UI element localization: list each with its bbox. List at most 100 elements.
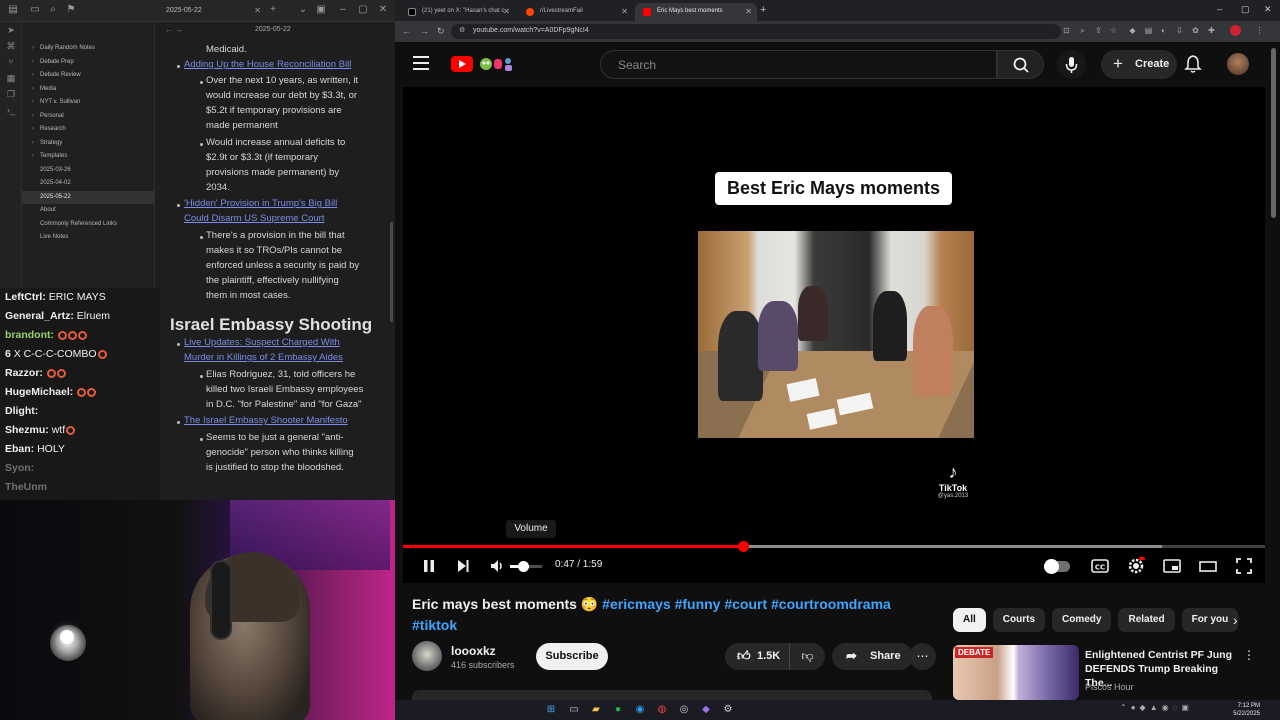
chat-username[interactable]: Shezmu:: [5, 424, 49, 436]
maximize-icon[interactable]: ▢: [358, 5, 368, 15]
progress-scrubber[interactable]: [738, 541, 750, 552]
note-link[interactable]: Murder in Killings of 2 Embassy Aides: [184, 350, 343, 365]
settings-gear-icon[interactable]: [1126, 556, 1146, 576]
forward-icon[interactable]: →: [420, 26, 429, 36]
note-link[interactable]: The Israel Embassy Shooter Manifesto: [184, 413, 348, 428]
install-icon[interactable]: ⊡: [1062, 26, 1071, 35]
reload-icon[interactable]: ↻: [437, 26, 445, 37]
edge-icon[interactable]: ◉: [633, 703, 647, 717]
chevron-down-icon[interactable]: ⌄: [298, 5, 308, 15]
page-scrollbar[interactable]: [1271, 48, 1276, 218]
close-icon[interactable]: ✕: [745, 7, 752, 16]
file-item[interactable]: Commonly Referenced Links: [22, 218, 154, 232]
recommended-channel[interactable]: Piscos Hour: [1085, 682, 1134, 692]
pause-icon[interactable]: [420, 556, 438, 576]
note-link[interactable]: Could Disarm US Supreme Court: [184, 211, 324, 226]
channel-name[interactable]: loooxkz: [451, 644, 496, 658]
start-windows-icon[interactable]: ⊞: [544, 703, 558, 717]
next-video-icon[interactable]: [454, 556, 472, 576]
notifications-bell-icon[interactable]: [1183, 54, 1203, 74]
settings-icon[interactable]: ⚙: [721, 703, 735, 717]
graph-icon[interactable]: ⌘: [0, 38, 22, 54]
extension-icon[interactable]: ⇩: [1175, 26, 1184, 35]
extension-icon[interactable]: ◐: [1159, 26, 1168, 35]
volume-icon[interactable]: [488, 556, 506, 576]
voice-search-button[interactable]: [1057, 50, 1086, 79]
folder-item[interactable]: Strategy: [22, 137, 154, 151]
captions-icon[interactable]: CC: [1090, 556, 1110, 576]
share-page-icon[interactable]: ⇪: [1094, 26, 1103, 35]
chat-username[interactable]: 6: [5, 348, 11, 360]
chrome-icon[interactable]: ◍: [655, 703, 669, 717]
scrollbar[interactable]: [390, 222, 393, 322]
minimize-icon[interactable]: –: [338, 5, 348, 15]
file-item[interactable]: About: [22, 204, 154, 218]
calendar-icon[interactable]: ▦: [0, 70, 22, 86]
file-item[interactable]: 2025-03-26: [22, 164, 154, 178]
chat-username[interactable]: Razzor:: [5, 367, 43, 379]
chat-username[interactable]: brandont:: [5, 329, 54, 341]
miniplayer-icon[interactable]: [1162, 556, 1182, 576]
folder-item[interactable]: Debate Prep: [22, 56, 154, 70]
search-input[interactable]: Search: [600, 50, 997, 79]
filter-chip[interactable]: All: [953, 608, 986, 632]
extension-icon[interactable]: ▤: [1144, 26, 1153, 35]
like-button[interactable]: 👍︎ 1.5K: [725, 643, 787, 670]
folder-icon[interactable]: ▭: [30, 5, 40, 15]
recommended-thumbnail[interactable]: DEBATE: [953, 645, 1079, 700]
tab-note[interactable]: 2025-05-22 ✕: [160, 3, 265, 20]
browser-tab-active[interactable]: Eric Mays best moments ✕: [635, 3, 757, 21]
folder-item[interactable]: Daily Random Notes: [22, 42, 154, 56]
minimize-icon[interactable]: –: [1217, 4, 1222, 14]
system-tray[interactable]: ⌃●◆▲◉◌▣: [1120, 703, 1210, 717]
address-bar[interactable]: ⚙ youtube.com/watch?v=A0DFp9gNcI4: [451, 24, 1061, 39]
bookmark-icon[interactable]: ⚑: [66, 5, 76, 15]
more-vert-icon[interactable]: ⋮: [1243, 648, 1255, 662]
task-view-icon[interactable]: ▭: [567, 703, 581, 717]
search-icon[interactable]: ⌕: [48, 5, 58, 15]
maximize-icon[interactable]: ▢: [1241, 4, 1250, 15]
filter-chip[interactable]: Related: [1118, 608, 1175, 632]
doodle-icon[interactable]: [477, 54, 517, 74]
send-icon[interactable]: ➤: [0, 22, 22, 38]
clock[interactable]: 7:12 PM 5/22/2025: [1233, 702, 1260, 718]
browser-menu-icon[interactable]: ⋮: [1255, 26, 1264, 35]
folder-item[interactable]: Research: [22, 123, 154, 137]
bookmark-star-icon[interactable]: ☆: [1109, 26, 1118, 35]
extension-icon[interactable]: ◆: [1128, 26, 1137, 35]
chat-username[interactable]: HugeMichael:: [5, 386, 73, 398]
filter-chip[interactable]: Comedy: [1052, 608, 1112, 632]
more-actions-button[interactable]: ⋯: [909, 643, 936, 670]
close-icon[interactable]: ✕: [254, 6, 261, 15]
volume-knob[interactable]: [517, 561, 529, 572]
filter-chip[interactable]: Courts: [992, 608, 1046, 632]
chat-username[interactable]: TheUnm: [5, 481, 47, 493]
note-link[interactable]: Live Updates: Suspect Charged With: [184, 335, 340, 350]
close-icon[interactable]: ✕: [621, 7, 628, 16]
back-forward-icons[interactable]: ← →: [165, 25, 183, 34]
note-link[interactable]: Adding Up the House Reconciliation Bill: [184, 57, 351, 72]
chat-username[interactable]: Syon:: [5, 462, 34, 474]
subscribe-button[interactable]: Subscribe: [536, 643, 608, 670]
folder-item[interactable]: Media: [22, 83, 154, 97]
profile-icon[interactable]: [1230, 25, 1241, 36]
browser-tab[interactable]: (21) yeet on X: "Hasan's chat c ✕: [400, 3, 515, 21]
dislike-button[interactable]: 👎︎: [789, 643, 825, 670]
zoom-icon[interactable]: ⌕: [1078, 26, 1087, 35]
new-tab-button[interactable]: +: [760, 4, 766, 16]
close-window-icon[interactable]: ✕: [1264, 4, 1272, 15]
file-item[interactable]: 2025-05-22: [22, 190, 154, 204]
folder-item[interactable]: Debate Review: [22, 69, 154, 83]
obsidian-icon[interactable]: ◆: [699, 703, 713, 717]
site-info-icon[interactable]: ⚙: [459, 26, 465, 34]
chat-username[interactable]: General_Artz:: [5, 310, 74, 322]
video-player[interactable]: Best Eric Mays moments ♪ TikTok @yas.201…: [403, 87, 1265, 583]
file-item[interactable]: 2025-04-02: [22, 177, 154, 191]
folder-item[interactable]: Templates: [22, 150, 154, 164]
youtube-logo[interactable]: [451, 56, 473, 72]
branch-icon[interactable]: ⑂: [0, 54, 22, 70]
close-window-icon[interactable]: ✕: [378, 5, 388, 15]
create-button[interactable]: + Create: [1101, 50, 1177, 79]
fullscreen-icon[interactable]: [1234, 556, 1254, 576]
menu-icon[interactable]: [413, 56, 429, 70]
